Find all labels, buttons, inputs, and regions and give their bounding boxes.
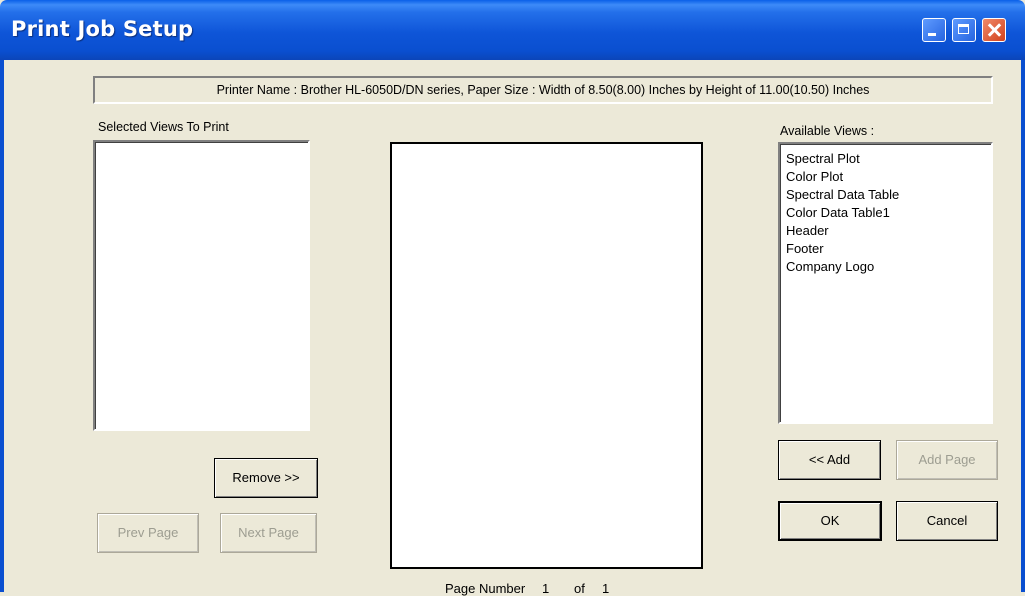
add-button[interactable]: << Add — [778, 440, 881, 480]
cancel-button[interactable]: Cancel — [896, 501, 998, 541]
page-preview — [390, 142, 703, 569]
window-title: Print Job Setup — [11, 17, 194, 41]
selected-views-label: Selected Views To Print — [98, 120, 229, 134]
ok-button[interactable]: OK — [778, 501, 882, 541]
add-page-button[interactable]: Add Page — [896, 440, 998, 480]
window-frame-left — [0, 60, 4, 592]
window-frame-right — [1021, 60, 1025, 592]
prev-page-button[interactable]: Prev Page — [97, 513, 199, 553]
remove-button[interactable]: Remove >> — [214, 458, 318, 498]
available-view-item[interactable]: Spectral Data Table — [780, 186, 991, 204]
next-page-button[interactable]: Next Page — [220, 513, 317, 553]
page-number-of: of — [574, 581, 585, 596]
available-views-list[interactable]: Spectral Plot Color Plot Spectral Data Tab… — [778, 142, 993, 424]
printer-info: Printer Name : Brother HL-6050D/DN serie… — [93, 76, 993, 104]
title-bar[interactable]: Print Job Setup — [0, 0, 1025, 60]
page-number-total: 1 — [602, 581, 610, 596]
page-number-label: Page Number — [445, 581, 526, 596]
minimize-button[interactable] — [922, 18, 946, 42]
available-views-label: Available Views : — [780, 124, 875, 138]
available-view-item[interactable]: Color Plot — [780, 168, 991, 186]
close-button[interactable] — [982, 18, 1006, 42]
available-view-item[interactable]: Color Data Table1 — [780, 204, 991, 222]
maximize-button[interactable] — [952, 18, 976, 42]
page-number-current: 1 — [542, 581, 550, 596]
selected-views-list[interactable] — [93, 140, 310, 431]
available-view-item[interactable]: Company Logo — [780, 258, 991, 276]
available-view-item[interactable]: Header — [780, 222, 991, 240]
available-view-item[interactable]: Spectral Plot — [780, 150, 991, 168]
available-view-item[interactable]: Footer — [780, 240, 991, 258]
